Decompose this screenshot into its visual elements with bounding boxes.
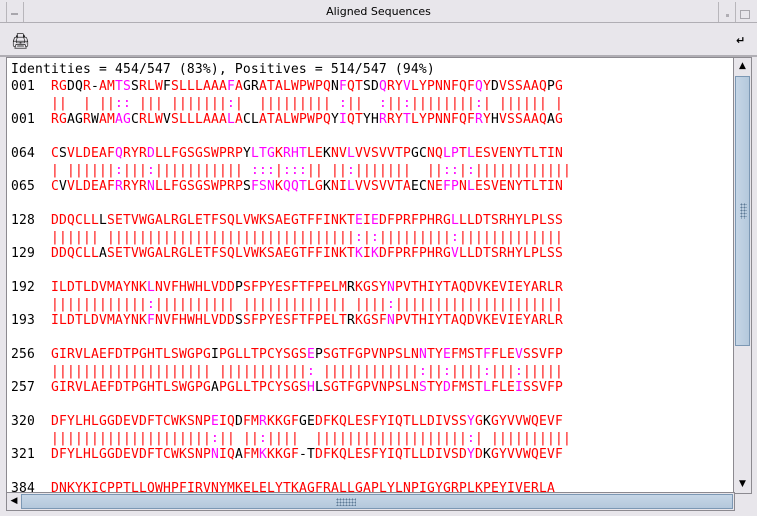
query-sequence-line: 256 GIRVLAEFDTPGHTLSWGPGIPGLLTPCYSGSEPSG… xyxy=(11,346,563,362)
match-line: ||||||||||||:|||||||||| ||||||||||||| ||… xyxy=(50,296,563,312)
position-number: 321 xyxy=(11,447,51,463)
position-number: 001 xyxy=(11,78,51,94)
position-number: 193 xyxy=(11,313,51,329)
horizontal-scroll-thumb[interactable] xyxy=(21,494,733,509)
position-number: 257 xyxy=(11,380,51,396)
grip-icon xyxy=(336,498,356,506)
position-number: 064 xyxy=(11,145,51,161)
position-number: 256 xyxy=(11,346,51,362)
alignment-summary: Identities = 454/547 (83%), Positives = … xyxy=(11,62,435,77)
position-number: 192 xyxy=(11,279,51,295)
grip-icon xyxy=(740,203,747,219)
subject-sequence-line: 193 ILDTLDVMAYNKFNVFHWHLVDDSSFPYESFTFPEL… xyxy=(11,313,563,329)
scroll-left-arrow-icon[interactable]: ◀ xyxy=(7,493,21,510)
query-sequence-line: 128 DDQCLLLSETVWGALRGLETFSQLVWKSAEGTFFIN… xyxy=(11,212,563,228)
alignment-text: Identities = 454/547 (83%), Positives = … xyxy=(11,62,571,493)
subject-sequence-line: 321 DFYLHLGGDEVDFTCWKSNPNIQAFMKKKGF-TDFK… xyxy=(11,447,563,463)
alignment-block: 128 DDQCLLLSETVWGALRGLETFSQLVWKSAEGTFFIN… xyxy=(11,213,571,280)
alignment-view[interactable]: Identities = 454/547 (83%), Positives = … xyxy=(6,57,735,494)
alignment-block: 192 ILDTLDVMAYNKLNVFHWHLVDDPSFPYESFTFPEL… xyxy=(11,280,571,347)
scroll-down-arrow-icon[interactable]: ▼ xyxy=(734,476,751,493)
minimize-button[interactable] xyxy=(718,2,735,22)
position-number: 128 xyxy=(11,212,51,228)
match-line: |||||||||||||||||||| |||||||||||: ||||||… xyxy=(50,363,563,379)
horizontal-scrollbar[interactable]: ◀ xyxy=(6,492,735,511)
query-sequence-line: 320 DFYLHLGGDEVDFTCWKSNPEIQDFMRKKGFGEDFK… xyxy=(11,413,563,429)
toolbar: 🖨 ↵ xyxy=(0,23,757,57)
position-number: 001 xyxy=(11,112,51,128)
printer-icon[interactable]: 🖨 xyxy=(11,32,30,50)
position-number: 320 xyxy=(11,413,51,429)
undock-arrow-icon[interactable]: ↵ xyxy=(736,34,745,47)
subject-sequence-line: 065 CVVLDEAFRRYRNLLFGSGSWPRPSFSNKQQTLGKN… xyxy=(11,179,563,195)
position-number: 065 xyxy=(11,179,51,195)
match-line: | ||||||:|||:||||||||||| :::|:::|| ||:||… xyxy=(50,162,571,178)
alignment-block: 256 GIRVLAEFDTPGHTLSWGPGIPGLLTPCYSGSEPSG… xyxy=(11,347,571,414)
match-line: || | ||:: ||| |||||||:| ||||||||| :|| :|… xyxy=(50,95,563,111)
subject-sequence-line: 001 RGAGRWAMAGCRLWVSLLLAAALACLATALWPWPQY… xyxy=(11,112,563,128)
scroll-up-arrow-icon[interactable]: ▲ xyxy=(734,58,751,75)
match-line: |||||| |||||||||||||||||||||||||||||||:|… xyxy=(50,229,563,245)
alignment-block: 001 RGDQR-AMTSSRLWFSLLLAAAFAGRATALWPWPQN… xyxy=(11,79,571,146)
query-sequence-line: 064 CSVLDEAFQRYRDLLFGSGSWPRPYLTGKRHTLEKN… xyxy=(11,145,563,161)
position-number: 129 xyxy=(11,246,51,262)
query-sequence-line: 001 RGDQR-AMTSSRLWFSLLLAAAFAGRATALWPWPQN… xyxy=(11,78,563,94)
match-line: ||||||||||||||||||||:|| ||:|||| ||||||||… xyxy=(50,430,571,446)
query-sequence-line: 192 ILDTLDVMAYNKLNVFHWHLVDDPSFPYESFTFPEL… xyxy=(11,279,563,295)
subject-sequence-line: 129 DDQCLLASETVWGALRGLETFSQLVWKSAEGTFFIN… xyxy=(11,246,563,262)
vertical-scrollbar[interactable]: ▲ ▼ xyxy=(733,57,752,494)
title-bar: Aligned Sequences xyxy=(0,0,757,23)
subject-sequence-line: 257 GIRVLAEFDTPGHTLSWGPGAPGLLTPCYSGSHLSG… xyxy=(11,380,563,396)
alignment-block: 320 DFYLHLGGDEVDFTCWKSNPEIQDFMRKKGFGEDFK… xyxy=(11,414,571,481)
window-title: Aligned Sequences xyxy=(326,5,431,18)
vertical-scroll-thumb[interactable] xyxy=(735,76,750,346)
alignment-block: 064 CSVLDEAFQRYRDLLFGSGSWPRPYLTGKRHTLEKN… xyxy=(11,146,571,213)
maximize-icon xyxy=(740,10,750,19)
minimize-icon xyxy=(726,14,729,17)
maximize-button[interactable] xyxy=(735,2,752,22)
